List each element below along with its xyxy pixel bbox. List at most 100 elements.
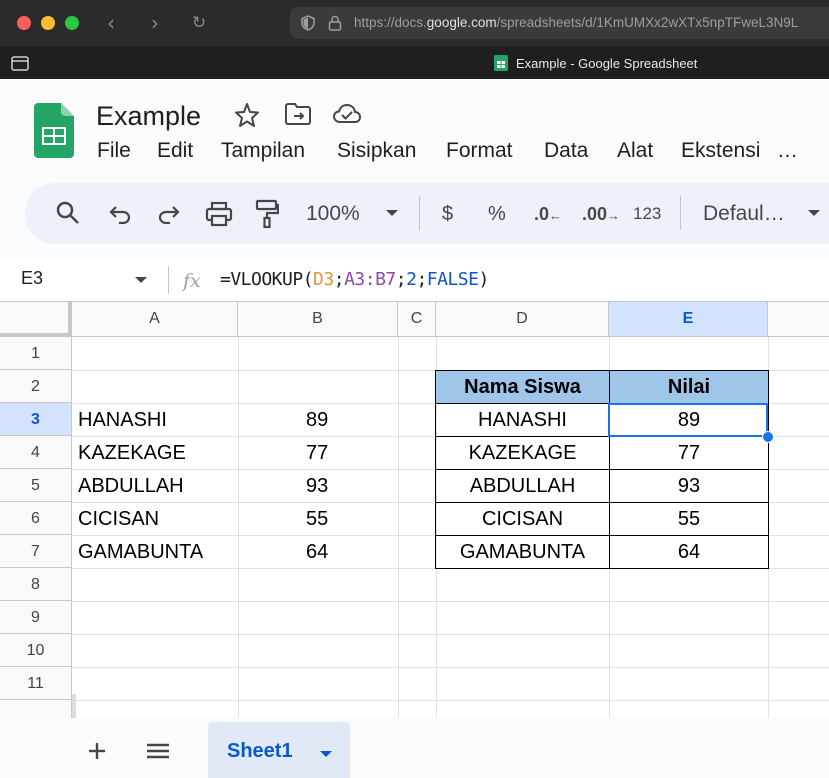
row-header[interactable]: 11	[0, 667, 72, 700]
cell-a5[interactable]: ABDULLAH	[78, 475, 184, 498]
cell-a3[interactable]: HANASHI	[78, 409, 167, 432]
sheets-logo-icon[interactable]	[34, 103, 74, 158]
decrease-decimal-label: .0	[534, 204, 550, 224]
menu-tools[interactable]: Alat	[617, 139, 653, 163]
browser-tab-title[interactable]: Example - Google Spreadsheet	[516, 56, 697, 71]
currency-format-button[interactable]: $	[442, 201, 453, 227]
forward-icon[interactable]: ›	[144, 12, 166, 34]
menu-file[interactable]: File	[97, 139, 131, 163]
close-window-button[interactable]	[17, 16, 31, 30]
cell-d3[interactable]: HANASHI	[435, 403, 610, 437]
sheet-tabs-bar: Sheet1	[0, 718, 829, 778]
document-title[interactable]: Example	[96, 101, 201, 132]
formula-function: =VLOOKUP(	[220, 269, 314, 290]
formula-bar-divider	[168, 266, 169, 294]
row-header[interactable]: 5	[0, 469, 72, 502]
formula-arg-index: 2	[406, 269, 417, 290]
increase-decimal-label: .00	[582, 204, 608, 224]
font-dropdown-icon[interactable]	[807, 209, 821, 217]
menu-view[interactable]: Tampilan	[221, 139, 305, 163]
row-header[interactable]: 10	[0, 634, 72, 667]
cell-b3[interactable]: 89	[306, 409, 328, 432]
zoom-dropdown-icon[interactable]	[385, 209, 399, 217]
column-header-b[interactable]: B	[238, 302, 398, 337]
sheet-tab-dropdown-icon[interactable]	[319, 750, 333, 758]
menu-insert[interactable]: Sisipkan	[337, 139, 416, 163]
active-cell-selection[interactable]	[608, 403, 768, 437]
cell-a4[interactable]: KAZEKAGE	[78, 442, 186, 465]
column-header-a[interactable]: A	[72, 302, 238, 337]
percent-format-button[interactable]: %	[488, 201, 506, 227]
row-header[interactable]: 9	[0, 601, 72, 634]
add-sheet-icon[interactable]	[87, 741, 107, 761]
cell-b5[interactable]: 93	[306, 475, 328, 498]
maximize-window-button[interactable]	[65, 16, 79, 30]
menu-more[interactable]: …	[777, 139, 798, 163]
decrease-decimal-button[interactable]: .0←	[534, 201, 562, 227]
row-header[interactable]: 7	[0, 535, 72, 568]
cell-e4[interactable]: 77	[609, 436, 769, 470]
undo-icon[interactable]	[108, 202, 132, 224]
menu-data[interactable]: Data	[544, 139, 588, 163]
font-select[interactable]: Defaul…	[703, 201, 785, 227]
cell-b4[interactable]: 77	[306, 442, 328, 465]
cell-e5[interactable]: 93	[609, 469, 769, 503]
number-format-button[interactable]: 123	[633, 201, 661, 227]
cloud-saved-icon[interactable]	[332, 102, 362, 126]
menu-format[interactable]: Format	[446, 139, 513, 163]
cell-e7[interactable]: 64	[609, 535, 769, 569]
all-sheets-menu-icon[interactable]	[146, 742, 170, 760]
row-header[interactable]: 6	[0, 502, 72, 535]
spreadsheet-grid[interactable]: A B C D E 1 2 3 4 5 6 7 8 9 10 11 HANASH…	[0, 302, 829, 718]
cell-a7[interactable]: GAMABUNTA	[78, 541, 203, 564]
menu-extensions[interactable]: Ekstensi	[681, 139, 760, 163]
toolbar-divider	[680, 196, 681, 230]
star-icon[interactable]	[234, 102, 260, 128]
sheet-tab-label: Sheet1	[227, 740, 293, 762]
tab-overview-icon[interactable]	[10, 54, 30, 72]
row-header[interactable]: 3	[0, 403, 72, 436]
back-icon[interactable]: ‹	[100, 12, 122, 34]
column-header-e[interactable]: E	[609, 302, 768, 337]
cell-b6[interactable]: 55	[306, 508, 328, 531]
toolbar-divider	[419, 196, 420, 230]
cell-e6[interactable]: 55	[609, 502, 769, 536]
sheet-tab-sheet1[interactable]: Sheet1	[208, 722, 350, 778]
select-all-corner[interactable]	[0, 302, 72, 337]
print-icon[interactable]	[205, 201, 233, 227]
cell-d5[interactable]: ABDULLAH	[435, 469, 610, 503]
cell-d7[interactable]: GAMABUNTA	[435, 535, 610, 569]
redo-icon[interactable]	[157, 202, 181, 224]
menu-edit[interactable]: Edit	[157, 139, 193, 163]
paint-format-icon[interactable]	[255, 199, 279, 229]
cell-e2-header[interactable]: Nilai	[609, 370, 769, 404]
formula-arg-sorted: FALSE	[426, 269, 479, 290]
column-header-f[interactable]	[768, 302, 829, 337]
cell-b7[interactable]: 64	[306, 541, 328, 564]
cell-a6[interactable]: CICISAN	[78, 508, 159, 531]
name-box[interactable]: E3	[21, 268, 43, 289]
zoom-select[interactable]: 100%	[306, 201, 360, 227]
reload-icon[interactable]: ↻	[188, 12, 210, 34]
fill-handle[interactable]	[762, 431, 774, 443]
row-header[interactable]: 8	[0, 568, 72, 601]
cell-d2-header[interactable]: Nama Siswa	[435, 370, 610, 404]
search-icon[interactable]	[55, 200, 81, 226]
function-fx-icon: fx	[182, 270, 201, 292]
browser-titlebar: ‹ › ↻ https://docs.google.com/spreadshee…	[0, 0, 829, 46]
row-header[interactable]: 4	[0, 436, 72, 469]
minimize-window-button[interactable]	[41, 16, 55, 30]
row-header[interactable]	[0, 700, 72, 718]
column-header-c[interactable]: C	[398, 302, 436, 337]
name-box-dropdown-icon[interactable]	[134, 276, 148, 284]
scrollbar-divider	[72, 694, 76, 718]
increase-decimal-button[interactable]: .00→	[582, 201, 620, 227]
address-bar[interactable]: https://docs.google.com/spreadsheets/d/1…	[290, 7, 829, 39]
cell-d6[interactable]: CICISAN	[435, 502, 610, 536]
move-folder-icon[interactable]	[284, 102, 312, 126]
formula-input[interactable]: =VLOOKUP(D3;A3:B7;2;FALSE)	[220, 269, 489, 290]
cell-d4[interactable]: KAZEKAGE	[435, 436, 610, 470]
row-header[interactable]: 1	[0, 337, 72, 370]
column-header-d[interactable]: D	[436, 302, 609, 337]
row-header[interactable]: 2	[0, 370, 72, 403]
